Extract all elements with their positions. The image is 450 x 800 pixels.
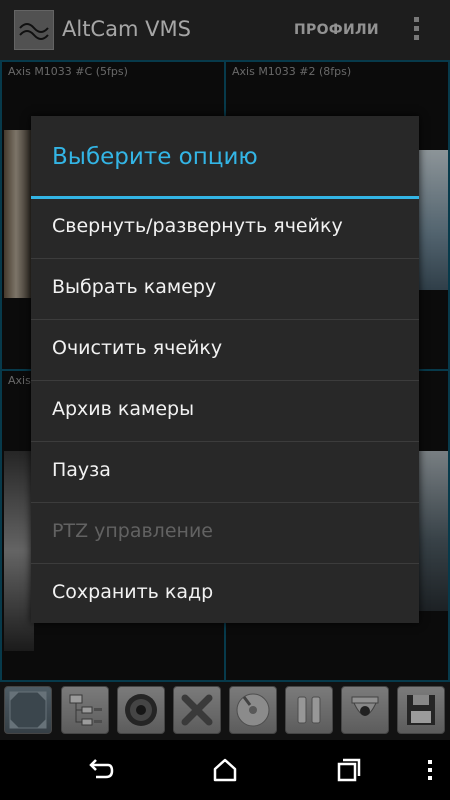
option-save-frame[interactable]: Сохранить кадр bbox=[31, 565, 419, 625]
navigation-bar bbox=[0, 740, 450, 800]
home-icon[interactable] bbox=[210, 755, 240, 785]
option-select-camera[interactable]: Выбрать камеру bbox=[31, 260, 419, 320]
option-label: Архив камеры bbox=[52, 398, 195, 420]
option-ptz-control: PTZ управление bbox=[31, 504, 419, 564]
option-camera-archive[interactable]: Архив камеры bbox=[31, 382, 419, 442]
dialog-title: Выберите опцию bbox=[52, 144, 258, 170]
option-pause[interactable]: Пауза bbox=[31, 443, 419, 503]
option-label: Свернуть/развернуть ячейку bbox=[52, 215, 343, 237]
option-label: Пауза bbox=[52, 459, 111, 481]
back-icon[interactable] bbox=[86, 755, 116, 785]
option-toggle-cell[interactable]: Свернуть/развернуть ячейку bbox=[31, 199, 419, 259]
options-dialog: Выберите опцию Свернуть/развернуть ячейк… bbox=[31, 116, 419, 623]
recent-apps-icon[interactable] bbox=[334, 755, 364, 785]
option-label: Сохранить кадр bbox=[52, 581, 214, 603]
option-clear-cell[interactable]: Очистить ячейку bbox=[31, 321, 419, 381]
option-label: PTZ управление bbox=[52, 520, 213, 542]
menu-icon[interactable] bbox=[420, 755, 440, 785]
option-label: Выбрать камеру bbox=[52, 276, 217, 298]
option-label: Очистить ячейку bbox=[52, 337, 223, 359]
